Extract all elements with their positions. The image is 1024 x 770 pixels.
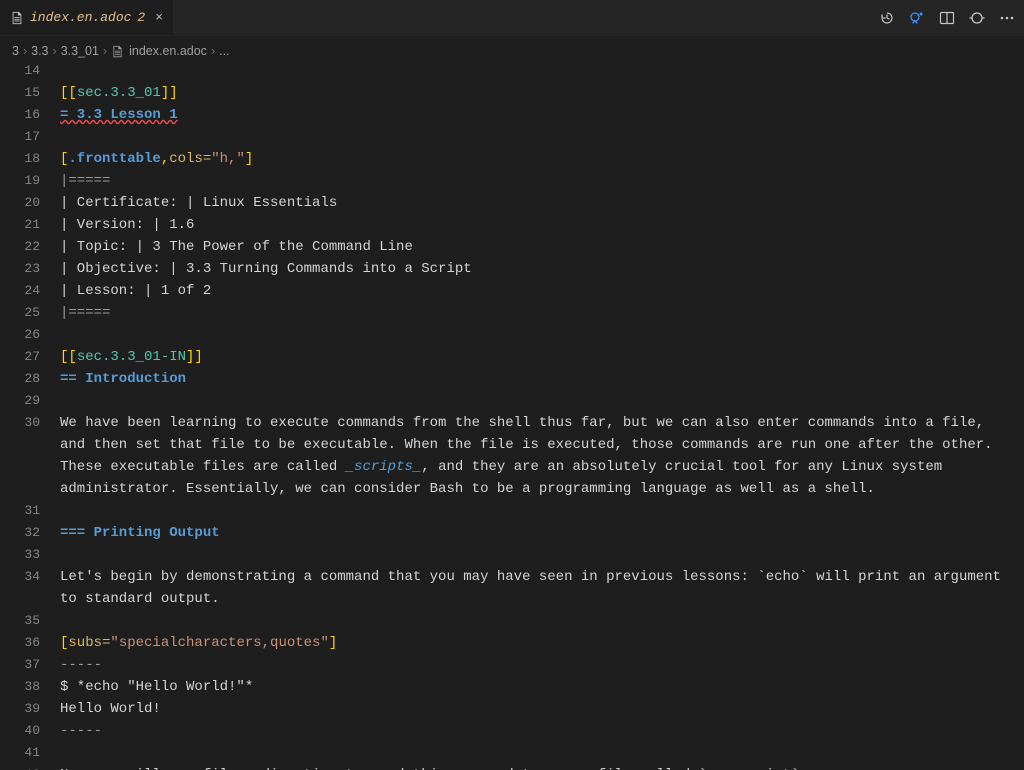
line-number: 31 bbox=[0, 500, 60, 522]
line-number: 16 bbox=[0, 104, 60, 126]
code-line: 34Let's begin by demonstrating a command… bbox=[0, 566, 1024, 610]
code-line: 25|===== bbox=[0, 302, 1024, 324]
code-line: 33 bbox=[0, 544, 1024, 566]
line-number: 35 bbox=[0, 610, 60, 632]
line-number: 25 bbox=[0, 302, 60, 324]
code-line: 36[subs="specialcharacters,quotes"] bbox=[0, 632, 1024, 654]
code-line: 41 bbox=[0, 742, 1024, 764]
code-line: 32=== Printing Output bbox=[0, 522, 1024, 544]
line-number: 34 bbox=[0, 566, 60, 588]
line-number: 17 bbox=[0, 126, 60, 148]
tab-filename: index.en.adoc bbox=[30, 10, 131, 25]
code-line: 30We have been learning to execute comma… bbox=[0, 412, 1024, 500]
code-line: 42Now, we will use file redirection to s… bbox=[0, 764, 1024, 770]
code-line: 38$ *echo "Hello World!"* bbox=[0, 676, 1024, 698]
chevron-right-icon: › bbox=[211, 44, 215, 58]
code-line: 40----- bbox=[0, 720, 1024, 742]
line-number: 24 bbox=[0, 280, 60, 302]
chevron-right-icon: › bbox=[53, 44, 57, 58]
breadcrumb-seg[interactable]: 3 bbox=[12, 44, 19, 58]
line-number: 42 bbox=[0, 764, 60, 770]
file-icon bbox=[111, 44, 125, 58]
code-line: 28== Introduction bbox=[0, 368, 1024, 390]
line-number: 22 bbox=[0, 236, 60, 258]
close-icon[interactable]: × bbox=[155, 10, 163, 25]
code-editor[interactable]: 14 15[[sec.3.3_01]] 16= 3.3 Lesson 1 17 … bbox=[0, 60, 1024, 770]
line-number: 20 bbox=[0, 192, 60, 214]
line-number: 27 bbox=[0, 346, 60, 368]
tab-index-en-adoc[interactable]: index.en.adoc 2 × bbox=[0, 0, 173, 35]
line-number: 14 bbox=[0, 60, 60, 82]
line-number: 33 bbox=[0, 544, 60, 566]
more-icon[interactable] bbox=[998, 9, 1016, 27]
code-line: 26 bbox=[0, 324, 1024, 346]
tab-modified-marker: 2 bbox=[137, 10, 145, 25]
editor-actions bbox=[878, 0, 1016, 35]
code-line: 35 bbox=[0, 610, 1024, 632]
breadcrumb-seg[interactable]: 3.3 bbox=[31, 44, 48, 58]
line-number: 21 bbox=[0, 214, 60, 236]
line-number: 41 bbox=[0, 742, 60, 764]
line-number: 39 bbox=[0, 698, 60, 720]
code-line: 29 bbox=[0, 390, 1024, 412]
code-line: 23| Objective: | 3.3 Turning Commands in… bbox=[0, 258, 1024, 280]
code-line: 31 bbox=[0, 500, 1024, 522]
code-line: 14 bbox=[0, 60, 1024, 82]
line-number: 36 bbox=[0, 632, 60, 654]
line-number: 23 bbox=[0, 258, 60, 280]
line-number: 28 bbox=[0, 368, 60, 390]
line-number: 26 bbox=[0, 324, 60, 346]
code-line: 22| Topic: | 3 The Power of the Command … bbox=[0, 236, 1024, 258]
line-number: 38 bbox=[0, 676, 60, 698]
code-line: 21| Version: | 1.6 bbox=[0, 214, 1024, 236]
code-line: 16= 3.3 Lesson 1 bbox=[0, 104, 1024, 126]
line-number: 18 bbox=[0, 148, 60, 170]
toggle-icon[interactable] bbox=[968, 9, 986, 27]
breadcrumb-seg[interactable]: ... bbox=[219, 44, 229, 58]
chevron-right-icon: › bbox=[23, 44, 27, 58]
code-line: 15[[sec.3.3_01]] bbox=[0, 82, 1024, 104]
code-line: 18[.fronttable,cols="h,"] bbox=[0, 148, 1024, 170]
code-line: 27[[sec.3.3_01-IN]] bbox=[0, 346, 1024, 368]
line-number: 19 bbox=[0, 170, 60, 192]
code-line: 20| Certificate: | Linux Essentials bbox=[0, 192, 1024, 214]
breadcrumb-seg[interactable]: index.en.adoc bbox=[129, 44, 207, 58]
code-line: 17 bbox=[0, 126, 1024, 148]
line-number: 32 bbox=[0, 522, 60, 544]
tab-bar: index.en.adoc 2 × bbox=[0, 0, 1024, 36]
line-number: 29 bbox=[0, 390, 60, 412]
code-line: 24| Lesson: | 1 of 2 bbox=[0, 280, 1024, 302]
line-number: 30 bbox=[0, 412, 60, 434]
breadcrumb-seg[interactable]: 3.3_01 bbox=[61, 44, 99, 58]
chevron-right-icon: › bbox=[103, 44, 107, 58]
split-editor-icon[interactable] bbox=[938, 9, 956, 27]
code-line: 19|===== bbox=[0, 170, 1024, 192]
code-line: 39Hello World! bbox=[0, 698, 1024, 720]
code-line: 37----- bbox=[0, 654, 1024, 676]
run-icon[interactable] bbox=[908, 9, 926, 27]
line-number: 37 bbox=[0, 654, 60, 676]
line-number: 40 bbox=[0, 720, 60, 742]
line-number: 15 bbox=[0, 82, 60, 104]
file-icon bbox=[10, 11, 24, 25]
history-icon[interactable] bbox=[878, 9, 896, 27]
